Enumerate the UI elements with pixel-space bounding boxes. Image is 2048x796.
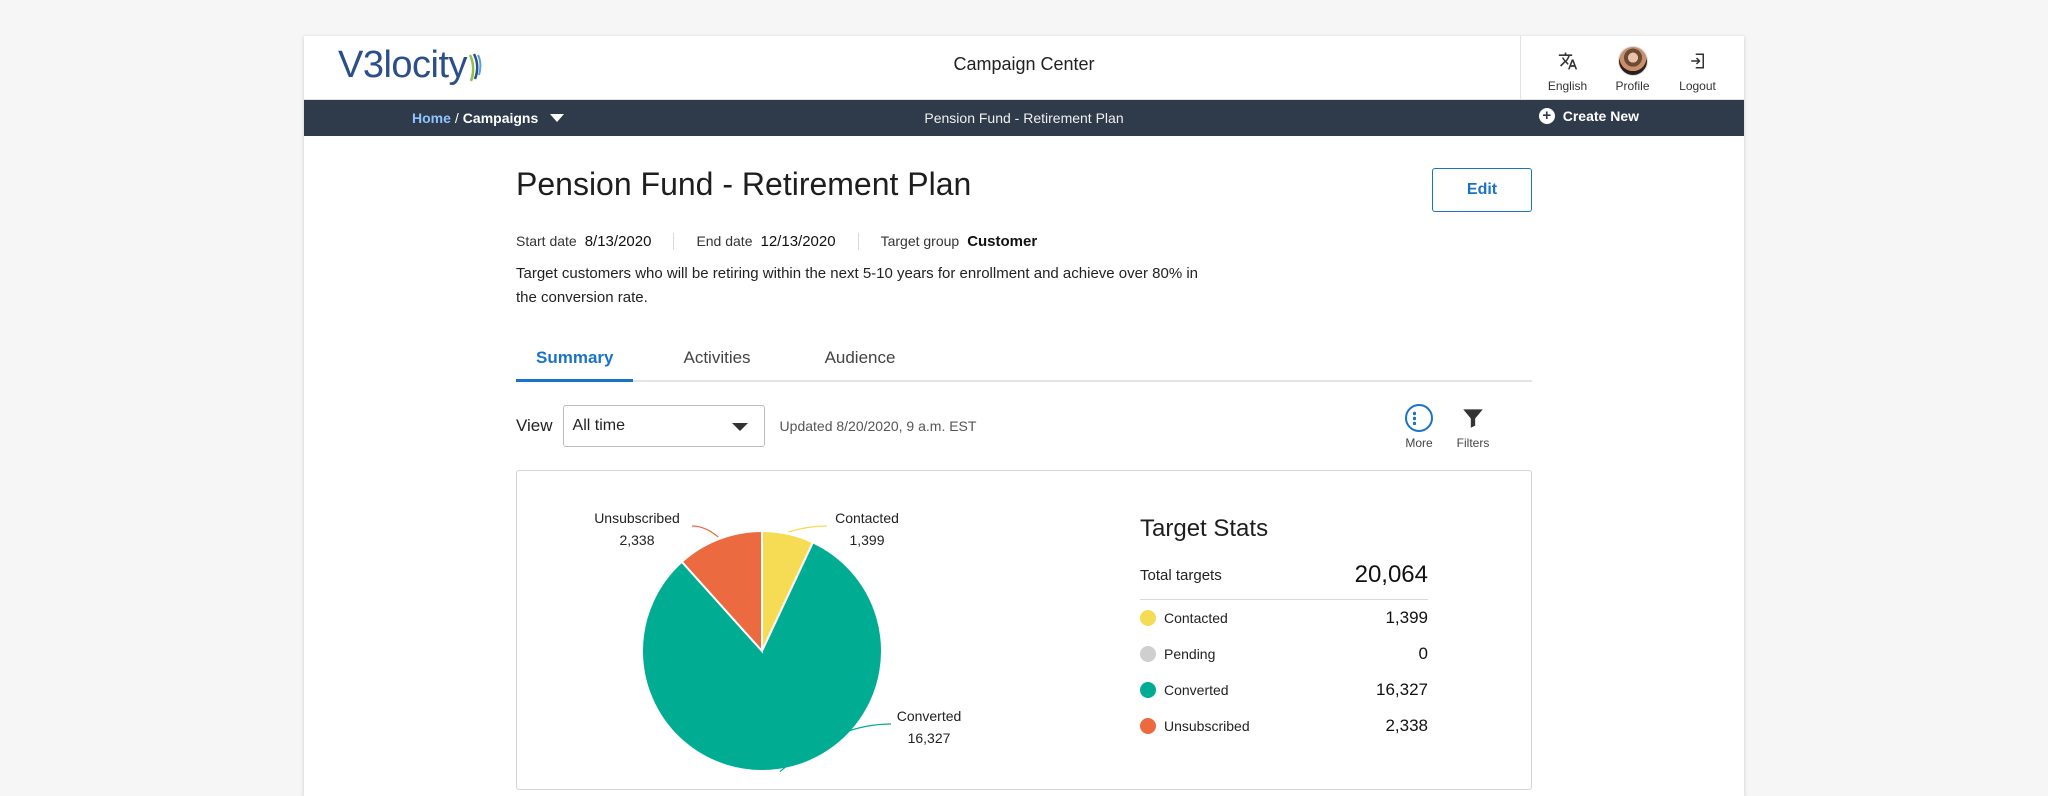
tab-summary[interactable]: Summary bbox=[516, 336, 634, 382]
main-content: Pension Fund - Retirement Plan Edit Star… bbox=[516, 136, 1532, 790]
profile-label: Profile bbox=[1615, 79, 1650, 93]
plus-circle-icon: + bbox=[1538, 108, 1555, 124]
updated-timestamp: Updated 8/20/2020, 9 a.m. EST bbox=[779, 418, 977, 434]
app-window: V3locity Campaign Center English Profile bbox=[304, 36, 1744, 796]
tab-activities[interactable]: Activities bbox=[663, 336, 770, 380]
pie-label-value: 1,399 bbox=[849, 532, 884, 548]
logout-label: Logout bbox=[1679, 79, 1716, 93]
target-stats: Target Stats Total targets 20,064 Contac… bbox=[1140, 515, 1428, 744]
view-select[interactable]: All time bbox=[562, 405, 765, 447]
create-new-button[interactable]: + Create New bbox=[1538, 108, 1639, 124]
end-date-label: End date bbox=[696, 233, 753, 249]
start-date-value: 8/13/2020 bbox=[584, 233, 652, 250]
stat-label: Pending bbox=[1164, 646, 1216, 662]
target-stats-title: Target Stats bbox=[1140, 515, 1269, 542]
header-actions: English Profile Logout bbox=[1520, 36, 1744, 100]
avatar bbox=[1617, 46, 1648, 76]
total-targets-value: 20,064 bbox=[1354, 561, 1428, 588]
campaign-meta: Start date 8/13/2020 End date 12/13/2020… bbox=[516, 233, 1532, 250]
filters-label: Filters bbox=[1456, 436, 1490, 450]
stat-value: 0 bbox=[1418, 644, 1428, 663]
stat-value: 2,338 bbox=[1385, 716, 1428, 735]
start-date: Start date 8/13/2020 bbox=[516, 233, 673, 250]
stat-label: Unsubscribed bbox=[1164, 718, 1250, 734]
end-date-value: 12/13/2020 bbox=[760, 233, 836, 250]
campaign-description: Target customers who will be retiring wi… bbox=[516, 265, 1199, 306]
tab-bar: Summary Activities Audience bbox=[516, 336, 1532, 382]
pie-label-value: 2,338 bbox=[619, 532, 654, 548]
legend-dot bbox=[1140, 610, 1156, 626]
more-label: More bbox=[1405, 436, 1433, 450]
total-targets-row: Total targets 20,064 bbox=[1140, 561, 1428, 600]
logout-button[interactable]: Logout bbox=[1665, 36, 1730, 100]
summary-card: Contacted 1,399 Converted 16,327 Unsubscribe… bbox=[516, 470, 1532, 790]
pie-label-name: Converted bbox=[897, 708, 962, 724]
stat-row-unsubscribed: Unsubscribed 2,338 bbox=[1140, 708, 1428, 744]
language-button[interactable]: English bbox=[1535, 36, 1600, 100]
tab-audience[interactable]: Audience bbox=[805, 336, 916, 380]
stat-row-pending: Pending 0 bbox=[1140, 636, 1428, 672]
pie-label-name: Unsubscribed bbox=[594, 510, 680, 526]
edit-button[interactable]: Edit bbox=[1432, 168, 1532, 212]
target-group-value: Customer bbox=[967, 233, 1038, 250]
legend-dot bbox=[1140, 646, 1156, 662]
stat-row-contacted: Contacted 1,399 bbox=[1140, 600, 1428, 636]
pie-chart: Contacted 1,399 Converted 16,327 Unsubscribe… bbox=[594, 510, 962, 773]
toolbar-actions: More Filters bbox=[1400, 404, 1492, 450]
filters-button[interactable]: Filters bbox=[1454, 404, 1492, 450]
stat-value: 1,399 bbox=[1385, 608, 1428, 627]
create-new-label: Create New bbox=[1562, 108, 1639, 124]
summary-toolbar: View All time Updated 8/20/2020, 9 a.m. … bbox=[516, 396, 1532, 456]
stat-row-converted: Converted 16,327 bbox=[1140, 672, 1428, 708]
leader-line-contacted bbox=[788, 525, 828, 533]
stat-label: Converted bbox=[1164, 682, 1229, 698]
target-group: Target group Customer bbox=[857, 233, 1060, 250]
target-group-label: Target group bbox=[880, 233, 960, 249]
pie-label-name: Contacted bbox=[835, 510, 899, 526]
legend-dot bbox=[1140, 718, 1156, 734]
more-icon bbox=[1405, 404, 1433, 432]
profile-button[interactable]: Profile bbox=[1600, 36, 1665, 100]
more-button[interactable]: More bbox=[1400, 404, 1438, 450]
stat-label: Contacted bbox=[1164, 610, 1228, 626]
leader-line-unsubscribed bbox=[691, 525, 719, 538]
top-bar: V3locity Campaign Center English Profile bbox=[304, 36, 1744, 100]
pie-label-value: 16,327 bbox=[908, 730, 951, 746]
view-label: View bbox=[516, 416, 553, 435]
legend-dot bbox=[1140, 682, 1156, 698]
translate-icon bbox=[1558, 46, 1578, 76]
end-date: End date 12/13/2020 bbox=[673, 233, 857, 250]
filter-icon bbox=[1463, 409, 1483, 428]
start-date-label: Start date bbox=[516, 233, 577, 249]
chevron-down-icon bbox=[731, 423, 748, 431]
stat-value: 16,327 bbox=[1376, 680, 1428, 699]
total-targets-label: Total targets bbox=[1140, 566, 1222, 584]
logout-icon bbox=[1689, 46, 1707, 76]
view-select-value: All time bbox=[572, 417, 625, 434]
nav-center-title: Pension Fund - Retirement Plan bbox=[924, 110, 1124, 126]
language-label: English bbox=[1547, 79, 1588, 93]
nav-bar: Home / Campaigns Pension Fund - Retireme… bbox=[304, 100, 1744, 136]
page-title: Pension Fund - Retirement Plan bbox=[516, 166, 972, 202]
